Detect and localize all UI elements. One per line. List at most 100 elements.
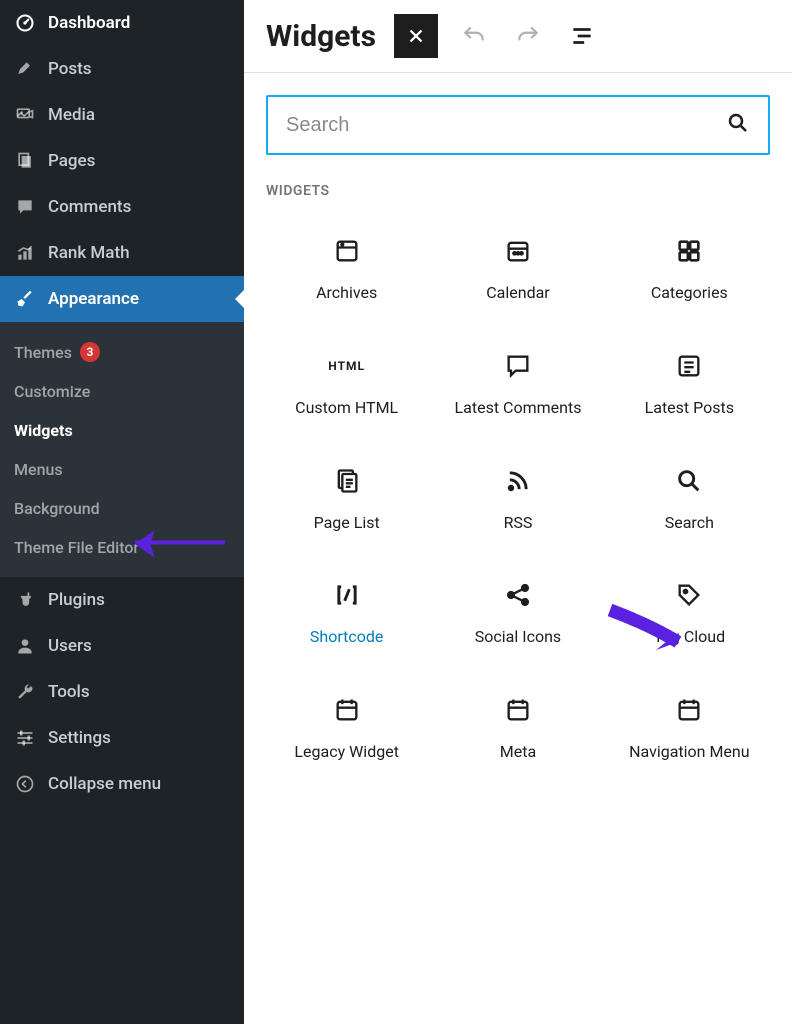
sidebar-item-pages[interactable]: Pages: [0, 138, 244, 184]
sidebar-item-media[interactable]: Media: [0, 92, 244, 138]
pin-icon: [14, 58, 36, 80]
calendar-icon: [502, 235, 534, 267]
submenu-item-themes[interactable]: Themes 3: [0, 332, 244, 372]
block-search-input[interactable]: [286, 114, 726, 137]
share-icon: [502, 579, 534, 611]
sidebar-item-users[interactable]: Users: [0, 623, 244, 669]
comments-icon: [14, 196, 36, 218]
sidebar-item-label: Plugins: [48, 590, 105, 610]
widget-label: Social Icons: [475, 627, 561, 648]
widget-label: Latest Comments: [455, 398, 582, 419]
sidebar-item-appearance[interactable]: Appearance: [0, 276, 244, 322]
submenu-item-background[interactable]: Background: [0, 489, 244, 528]
widget-label: Legacy Widget: [294, 742, 399, 763]
page-list-icon: [331, 465, 363, 497]
dashboard-icon: [14, 12, 36, 34]
close-inserter-button[interactable]: [394, 14, 438, 58]
sidebar-item-collapse[interactable]: Collapse menu: [0, 761, 244, 807]
widget-item-share[interactable]: Social Icons: [437, 571, 598, 656]
sidebar-item-rank-math[interactable]: Rank Math: [0, 230, 244, 276]
widget-item-search[interactable]: Search: [609, 457, 770, 542]
document-overview-button[interactable]: [564, 18, 600, 54]
submenu-item-widgets[interactable]: Widgets: [0, 411, 244, 450]
widget-item-meta[interactable]: Meta: [437, 686, 598, 771]
widget-label: Archives: [316, 283, 377, 304]
rss-icon: [502, 465, 534, 497]
widget-item-categories[interactable]: Categories: [609, 227, 770, 312]
categories-icon: [673, 235, 705, 267]
widget-label: Categories: [651, 283, 728, 304]
search-icon: [726, 111, 750, 139]
search-icon: [673, 465, 705, 497]
sidebar-item-label: Appearance: [48, 289, 139, 309]
sidebar-item-posts[interactable]: Posts: [0, 46, 244, 92]
page-title: Widgets: [266, 19, 376, 54]
sidebar-item-label: Posts: [48, 59, 92, 79]
chart-icon: [14, 242, 36, 264]
widget-label: Calendar: [486, 283, 549, 304]
settings-icon: [14, 727, 36, 749]
widget-item-page-list[interactable]: Page List: [266, 457, 427, 542]
sidebar-item-label: Comments: [48, 197, 131, 217]
widget-item-comment[interactable]: Latest Comments: [437, 342, 598, 427]
admin-sidebar: Dashboard Posts Media Pages Comments Ran…: [0, 0, 244, 1024]
redo-button[interactable]: [510, 18, 546, 54]
widget-item-nav[interactable]: Navigation Menu: [609, 686, 770, 771]
pages-icon: [14, 150, 36, 172]
submenu-label: Customize: [14, 382, 90, 401]
widget-item-tag[interactable]: Tag Cloud: [609, 571, 770, 656]
editor-header: Widgets: [244, 0, 792, 72]
media-icon: [14, 104, 36, 126]
widget-item-latest-posts[interactable]: Latest Posts: [609, 342, 770, 427]
sidebar-item-label: Users: [48, 636, 92, 656]
widget-label: Meta: [500, 742, 536, 763]
sidebar-item-label: Dashboard: [48, 13, 130, 33]
widget-item-archives[interactable]: Archives: [266, 227, 427, 312]
submenu-label: Menus: [14, 460, 63, 479]
sidebar-item-comments[interactable]: Comments: [0, 184, 244, 230]
html-icon: HTML: [331, 350, 363, 382]
widget-label: Navigation Menu: [629, 742, 750, 763]
widget-label: Tag Cloud: [654, 627, 726, 648]
widget-item-rss[interactable]: RSS: [437, 457, 598, 542]
sidebar-item-label: Tools: [48, 682, 90, 702]
submenu-label: Themes: [14, 343, 72, 362]
sidebar-item-tools[interactable]: Tools: [0, 669, 244, 715]
sidebar-item-label: Settings: [48, 728, 111, 748]
sidebar-item-settings[interactable]: Settings: [0, 715, 244, 761]
inserter-panel: WIDGETS ArchivesCalendarCategoriesHTMLCu…: [244, 72, 792, 793]
undo-button[interactable]: [456, 18, 492, 54]
plug-icon: [14, 589, 36, 611]
nav-icon: [673, 694, 705, 726]
widget-item-calendar[interactable]: Calendar: [437, 227, 598, 312]
submenu-label: Widgets: [14, 421, 73, 440]
widget-label: Latest Posts: [645, 398, 734, 419]
widget-item-html[interactable]: HTMLCustom HTML: [266, 342, 427, 427]
sidebar-item-label: Rank Math: [48, 243, 130, 263]
widget-grid: Archives Calendar Categories HTMLCustom HTM…: [266, 227, 770, 771]
main-content: Widgets WIDGETS ArchivesCalendarCategori…: [244, 0, 792, 1024]
submenu-item-customize[interactable]: Customize: [0, 372, 244, 411]
sidebar-item-label: Pages: [48, 151, 95, 171]
widget-label: RSS: [504, 513, 533, 534]
update-badge: 3: [80, 342, 100, 362]
widget-label: Page List: [314, 513, 380, 534]
widget-label: Search: [665, 513, 714, 534]
search-wrap: [266, 95, 770, 155]
appearance-submenu: Themes 3 Customize Widgets Menus Backgro…: [0, 322, 244, 577]
shortcode-icon: [331, 579, 363, 611]
latest-posts-icon: [673, 350, 705, 382]
submenu-item-menus[interactable]: Menus: [0, 450, 244, 489]
comment-icon: [502, 350, 534, 382]
collapse-icon: [14, 773, 36, 795]
tag-icon: [673, 579, 705, 611]
submenu-label: Background: [14, 499, 100, 518]
sidebar-item-dashboard[interactable]: Dashboard: [0, 0, 244, 46]
archives-icon: [331, 235, 363, 267]
widget-label: Shortcode: [310, 627, 384, 648]
widget-item-legacy[interactable]: Legacy Widget: [266, 686, 427, 771]
submenu-item-theme-file-editor[interactable]: Theme File Editor: [0, 528, 244, 567]
brush-icon: [14, 288, 36, 310]
sidebar-item-plugins[interactable]: Plugins: [0, 577, 244, 623]
widget-item-shortcode[interactable]: Shortcode: [266, 571, 427, 656]
